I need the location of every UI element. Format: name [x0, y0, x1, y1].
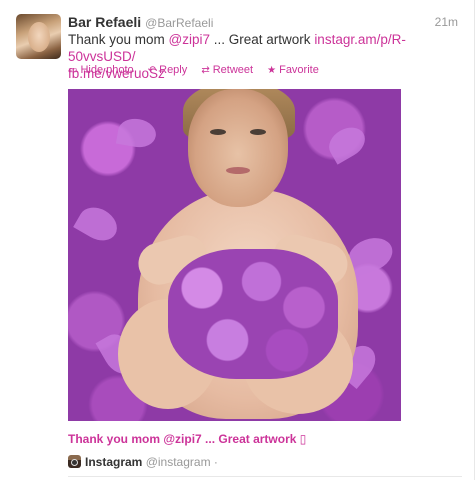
left-eye [210, 129, 226, 135]
tweet-photo[interactable] [68, 89, 401, 421]
tweet-header: Bar Refaeli @BarRefaeli 21m [68, 14, 458, 32]
author-handle[interactable]: @BarRefaeli [145, 16, 213, 30]
right-eye [250, 129, 266, 135]
instagram-icon [68, 455, 81, 468]
reply-button[interactable]: ↶ Reply [148, 64, 188, 76]
source-separator: · [213, 455, 218, 469]
petal [115, 115, 159, 151]
hide-photo-label: Hide photo [80, 64, 134, 76]
text-middle: ... Great artwork [210, 32, 315, 47]
avatar[interactable] [16, 14, 61, 59]
face [188, 89, 288, 207]
favorite-button[interactable]: ★ Favorite [267, 64, 319, 76]
retweet-button[interactable]: ⇄ Retweet [201, 64, 253, 76]
source-handle[interactable]: @instagram [146, 455, 211, 469]
photo-source: Instagram @instagram · [68, 455, 218, 469]
petal [323, 121, 371, 165]
mention-link[interactable]: @zipi7 [169, 32, 210, 47]
tweet: Bar Refaeli @BarRefaeli 21m Thank you mom… [0, 0, 475, 480]
reply-icon: ↶ [147, 65, 157, 76]
photo-caption[interactable]: Thank you mom @zipi7 ... Great artwork ▯ [68, 432, 306, 446]
avatar-face [28, 22, 50, 52]
favorite-label: Favorite [279, 64, 319, 76]
hide-photo-button[interactable]: ▭ Hide photo [68, 64, 134, 76]
source-name[interactable]: Instagram [85, 455, 142, 469]
flower-cluster [168, 249, 338, 379]
star-icon: ★ [267, 65, 277, 76]
petal [73, 201, 123, 247]
author-name[interactable]: Bar Refaeli [68, 14, 141, 30]
retweet-label: Retweet [212, 64, 254, 76]
lips [226, 167, 250, 174]
text-prefix: Thank you mom [68, 32, 169, 47]
reply-label: Reply [159, 64, 188, 76]
tweet-actions: ▭ Hide photo ↶ Reply ⇄ Retweet ★ Favorite [68, 64, 330, 78]
retweet-icon: ⇄ [201, 65, 210, 76]
photo-icon: ▭ [68, 65, 78, 76]
tweet-time[interactable]: 21m [435, 15, 458, 29]
divider [68, 476, 462, 477]
